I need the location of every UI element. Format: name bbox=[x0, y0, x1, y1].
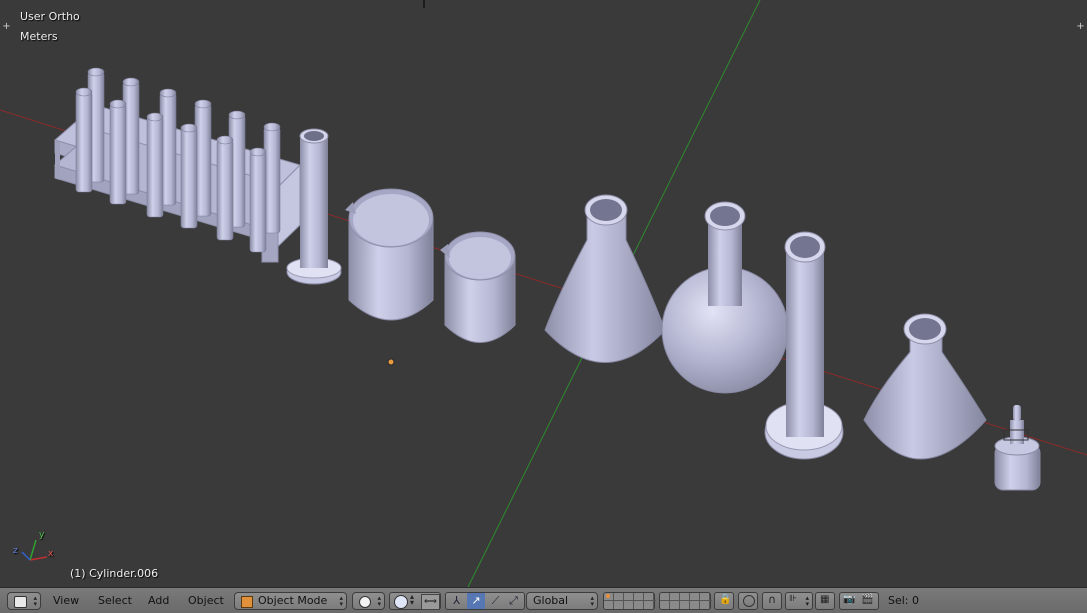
mode-selector[interactable]: Object Mode ▴ ▾ bbox=[234, 592, 347, 610]
transform-manipulator-group: ⅄ ↗ ⟋ ⤢ bbox=[445, 592, 525, 610]
layer-divider bbox=[604, 600, 656, 601]
axis-y-label: y bbox=[39, 530, 45, 540]
lock-layers-button[interactable]: 🔒 bbox=[714, 592, 734, 610]
snap-target-button[interactable]: ▦ bbox=[815, 592, 835, 610]
snap-element-selector[interactable]: ⊪ ▴ ▾ bbox=[785, 592, 813, 610]
snap-toggle-button[interactable]: ∩ bbox=[762, 592, 782, 610]
object-mode-icon bbox=[241, 596, 253, 608]
beaker-large[interactable] bbox=[345, 188, 434, 321]
active-layer-icon bbox=[606, 594, 610, 598]
align-icon[interactable]: ⟺ bbox=[421, 594, 440, 610]
viewport-shading-selector[interactable]: ▴ ▾ bbox=[352, 592, 385, 610]
scale-manipulator-icon[interactable]: ⤢ bbox=[506, 594, 521, 608]
3d-view-icon bbox=[14, 596, 27, 608]
editor-type-button[interactable]: ▴ ▾ bbox=[7, 592, 41, 610]
proportional-editing-button[interactable] bbox=[738, 592, 758, 610]
menu-view[interactable]: View bbox=[53, 594, 79, 608]
axis-z-label: z bbox=[13, 546, 18, 556]
selected-object-label: (1) Cylinder.006 bbox=[70, 567, 159, 580]
pivot-point-icon[interactable] bbox=[394, 595, 408, 609]
dropdown-arrows-icon: ▴ ▾ bbox=[410, 592, 415, 607]
render-buttons-group: 📷 🎬 bbox=[839, 592, 879, 610]
menu-object[interactable]: Object bbox=[188, 594, 224, 608]
axis-gizmo bbox=[21, 539, 48, 561]
dropdown-arrows-icon: ▴ ▾ bbox=[590, 594, 594, 608]
solid-shading-icon bbox=[359, 596, 371, 608]
3d-viewport[interactable]: User Ortho Meters (1) Cylinder.006 y x z… bbox=[0, 0, 1087, 587]
opengl-render-image-icon[interactable]: 📷 bbox=[843, 594, 855, 605]
erlenmeyer-flask-large[interactable] bbox=[544, 194, 666, 363]
proportional-edit-icon bbox=[743, 595, 755, 607]
manipulator-toggle-icon[interactable]: ⅄ bbox=[449, 594, 464, 608]
orientation-label: Global bbox=[533, 594, 569, 607]
test-tube-rack[interactable] bbox=[53, 67, 301, 264]
dropdown-arrows-icon: ▴ ▾ bbox=[33, 594, 37, 608]
erlenmeyer-flask-small[interactable] bbox=[863, 313, 987, 460]
round-bottom-flask[interactable] bbox=[661, 201, 789, 394]
layers-group-right[interactable] bbox=[659, 592, 712, 610]
magnet-icon: ∩ bbox=[768, 593, 777, 606]
snap-increment-icon: ⊪ bbox=[789, 594, 797, 604]
translate-manipulator-icon[interactable]: ↗ bbox=[467, 593, 485, 609]
grid-snap-icon: ▦ bbox=[820, 594, 830, 605]
viewport-header: ▴ ▾ View Select Add Object Object Mode ▴ ▾… bbox=[0, 587, 1087, 613]
transform-orientation-selector[interactable]: Global ▴ ▾ bbox=[526, 592, 598, 610]
dropper-bottle[interactable] bbox=[994, 405, 1041, 491]
selection-status: Sel: 0 bbox=[888, 594, 920, 607]
menu-add[interactable]: Add bbox=[148, 594, 169, 608]
dropdown-arrows-icon: ▴ ▾ bbox=[339, 594, 343, 608]
menu-select[interactable]: Select bbox=[98, 594, 132, 608]
scene-canvas[interactable] bbox=[0, 0, 1087, 587]
region-expand-left-icon[interactable]: + bbox=[2, 22, 11, 32]
object-origin-point bbox=[387, 358, 395, 366]
dropdown-arrows-icon: ▴ ▾ bbox=[805, 594, 809, 608]
dropdown-arrows-icon: ▴ ▾ bbox=[377, 594, 381, 608]
pivot-and-manipulator-group: ▴ ▾ ⟺ bbox=[389, 592, 441, 610]
lock-icon: 🔒 bbox=[719, 594, 732, 605]
beaker-small[interactable] bbox=[440, 231, 516, 343]
layers-group-left[interactable] bbox=[603, 592, 656, 610]
view-name-label: User Ortho bbox=[20, 10, 80, 23]
mode-label: Object Mode bbox=[258, 594, 328, 607]
layer-divider bbox=[660, 600, 712, 601]
rotate-manipulator-icon[interactable]: ⟋ bbox=[488, 594, 503, 608]
axis-x-label: x bbox=[48, 549, 54, 559]
opengl-render-animation-icon[interactable]: 🎬 bbox=[861, 594, 873, 605]
units-label: Meters bbox=[20, 30, 58, 43]
region-expand-right-icon[interactable]: + bbox=[1076, 22, 1085, 32]
